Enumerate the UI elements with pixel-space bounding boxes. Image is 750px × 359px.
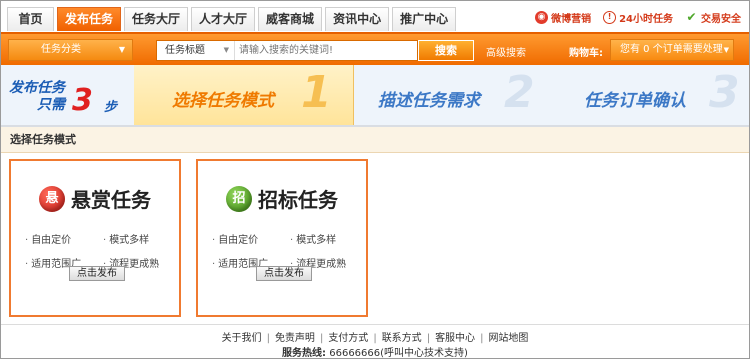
step-confirm-order: 任务订单确认 3	[554, 65, 749, 125]
step-select-mode: 选择任务模式 1	[134, 65, 354, 125]
chevron-down-icon: ▼	[723, 46, 729, 54]
service-hotline: 服务热线: 66666666(呼叫中心技术支持)	[1, 344, 749, 359]
24h-task-label: 24小时任务	[619, 14, 673, 25]
feature-item: 自由定价	[212, 231, 290, 246]
search-button[interactable]: 搜索	[418, 40, 474, 61]
card-title: 悬赏任务	[71, 188, 151, 212]
search-input[interactable]	[235, 41, 415, 60]
tab-home[interactable]: 首页	[7, 7, 54, 31]
step-label: 选择任务模式	[172, 91, 274, 111]
footer-separator: |	[480, 333, 484, 344]
footer-links: 关于我们 | 免责声明 | 支付方式 | 联系方式 | 客服中心 | 网站地图	[1, 329, 749, 344]
footer-divider	[1, 324, 749, 325]
step-label: 描述任务需求	[378, 91, 480, 111]
tab-promotion-center[interactable]: 推广中心	[392, 7, 457, 31]
publish-bidding-button[interactable]: 点击发布	[256, 266, 312, 281]
reward-badge-icon: 悬	[39, 185, 65, 212]
mode-card-reward[interactable]: 悬 悬赏任务 自由定价 模式多样 适用范围广 流程更成熟 点击发布	[9, 159, 181, 317]
search-type-select[interactable]: 任务标题 ▼	[157, 41, 235, 60]
step-number: 2	[504, 67, 535, 118]
step-number: 3	[709, 67, 740, 118]
tab-news-center[interactable]: 资讯中心	[325, 7, 390, 31]
bidding-badge-icon: 招	[226, 185, 252, 212]
step-label: 任务订单确认	[584, 91, 686, 111]
feature-item: 模式多样	[290, 231, 368, 246]
footer-separator: |	[373, 333, 377, 344]
footer-link-service[interactable]: 客服中心	[435, 333, 475, 344]
mode-card-bidding[interactable]: 招 招标任务 自由定价 模式多样 适用范围广 流程更成熟 点击发布	[196, 159, 368, 317]
cart-label: 购物车:	[569, 48, 603, 59]
footer-separator: |	[266, 333, 270, 344]
tab-task-hall[interactable]: 任务大厅	[124, 7, 189, 31]
card-header: 悬 悬赏任务	[39, 184, 151, 213]
feature-item: 自由定价	[25, 231, 103, 246]
steps-banner: 发布任务 只需 3 步 选择任务模式 1 描述任务需求 2 任务订单确认 3	[1, 65, 749, 127]
card-title: 招标任务	[258, 188, 338, 212]
task-category-label: 任务分类	[41, 44, 81, 55]
feature-item: 模式多样	[103, 231, 181, 246]
hotline-label: 服务热线:	[282, 348, 327, 359]
footer-link-sitemap[interactable]: 网站地图	[488, 333, 528, 344]
top-links: ◉ 微博营销 ! 24小时任务 ✔ 交易安全	[523, 10, 741, 25]
search-type-label: 任务标题	[165, 45, 205, 56]
slogan-line2: 只需	[37, 97, 65, 113]
footer-link-disclaimer[interactable]: 免责声明	[275, 333, 315, 344]
24h-task-link[interactable]: ! 24小时任务	[603, 10, 673, 25]
weibo-marketing-link[interactable]: ◉ 微博营销	[535, 10, 591, 25]
page-frame: 首页 发布任务 任务大厅 人才大厅 威客商城 资讯中心 推广中心 ◉ 微博营销 …	[0, 0, 750, 359]
chevron-down-icon: ▼	[223, 46, 229, 54]
footer-link-about[interactable]: 关于我们	[222, 333, 262, 344]
tab-talent-hall[interactable]: 人才大厅	[191, 7, 256, 31]
chevron-down-icon: ▼	[118, 45, 125, 54]
footer-link-payment[interactable]: 支付方式	[328, 333, 368, 344]
advanced-search-link[interactable]: 高级搜索	[486, 44, 526, 59]
nav-tabs: 首页 发布任务 任务大厅 人才大厅 威客商城 资讯中心 推广中心	[7, 7, 459, 31]
weibo-icon: ◉	[535, 11, 549, 24]
hotline-note: (呼叫中心技术支持)	[380, 348, 468, 359]
shield-check-icon: ✔	[686, 10, 697, 24]
footer-separator: |	[319, 333, 324, 344]
publish-reward-button[interactable]: 点击发布	[69, 266, 125, 281]
trade-safety-label: 交易安全	[701, 14, 741, 25]
slogan-number: 3	[72, 83, 93, 118]
tab-publish-task[interactable]: 发布任务	[57, 7, 122, 31]
feature-list: 自由定价 模式多样 适用范围广 流程更成熟	[25, 231, 175, 270]
feature-list: 自由定价 模式多样 适用范围广 流程更成熟	[212, 231, 362, 270]
footer-separator: |	[426, 333, 431, 344]
weibo-marketing-label: 微博营销	[551, 14, 592, 25]
card-header: 招 招标任务	[226, 184, 338, 213]
cart-dropdown[interactable]: 您有 0 个订单需要处理 ▼	[610, 39, 734, 61]
hotline-number: 66666666	[329, 348, 381, 359]
tab-witkey-mall[interactable]: 威客商城	[258, 7, 323, 31]
step-describe-requirements: 描述任务需求 2	[354, 65, 554, 125]
slogan-unit: 步	[104, 100, 118, 115]
clock-icon: !	[603, 11, 617, 24]
task-category-dropdown[interactable]: 任务分类 ▼	[8, 39, 133, 61]
step-number: 1	[301, 67, 332, 118]
search-bar: 任务分类 ▼ 任务标题 ▼ 搜索 高级搜索 购物车: 您有 0 个订单需要处理 …	[1, 32, 749, 65]
footer-link-contact[interactable]: 联系方式	[382, 333, 422, 344]
search-box: 任务标题 ▼	[156, 40, 418, 61]
section-title: 选择任务模式	[1, 127, 749, 153]
trade-safety-link[interactable]: ✔ 交易安全	[685, 10, 741, 26]
cart-text: 您有 0 个订单需要处理	[620, 44, 723, 55]
steps-slogan: 发布任务 只需 3 步	[9, 77, 131, 118]
top-nav: 首页 发布任务 任务大厅 人才大厅 威客商城 资讯中心 推广中心 ◉ 微博营销 …	[1, 1, 749, 32]
